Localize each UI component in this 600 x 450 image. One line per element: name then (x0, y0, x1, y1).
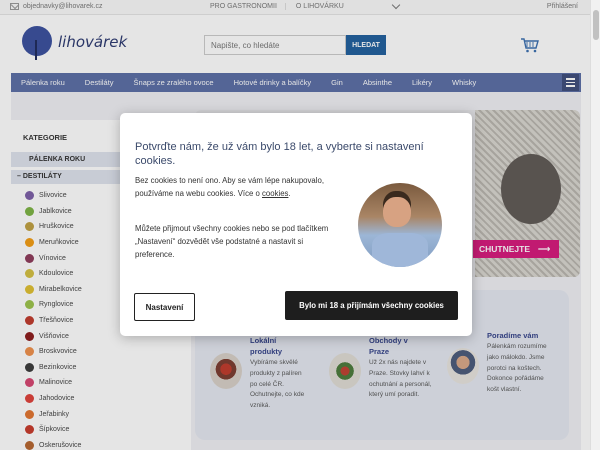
dialog-paragraph-2: Můžete přijmout všechny cookies nebo se … (135, 224, 329, 259)
dialog-paragraph-1-text: Bez cookies to není ono. Aby se vám lépe… (135, 176, 324, 198)
dialog-paragraph-1: Bez cookies to není ono. Aby se vám lépe… (135, 174, 340, 200)
scrollbar[interactable] (590, 0, 600, 450)
dialog-paragraph-1-end: . (288, 189, 291, 198)
cookies-link[interactable]: cookies (262, 189, 288, 198)
scrollbar-thumb[interactable] (593, 10, 599, 40)
settings-button[interactable]: Nastavení (134, 293, 195, 321)
dialog-title: Potvrďte nám, že už vám bylo 18 let, a v… (135, 141, 424, 167)
cookie-dialog: Potvrďte nám, že už vám bylo 18 let, a v… (120, 113, 472, 336)
accept-all-button[interactable]: Bylo mi 18 a přijímám všechny cookies (285, 291, 458, 320)
expert-photo (358, 183, 442, 267)
